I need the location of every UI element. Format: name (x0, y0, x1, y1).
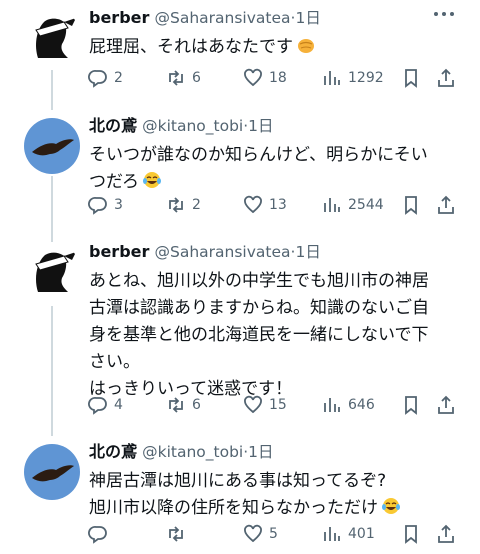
views-count: 2544 (348, 197, 384, 213)
share-button[interactable] (436, 522, 456, 546)
reply-icon (88, 70, 107, 88)
tweet-text: そいつが誰なのか知らんけど、明らかにそい つだろ (89, 145, 428, 192)
analytics-icon (324, 71, 340, 85)
bookmark-icon (405, 525, 417, 544)
share-button[interactable] (436, 193, 456, 217)
timestamp[interactable]: 1日 (295, 9, 320, 27)
share-button[interactable] (436, 66, 456, 90)
reply-icon (88, 197, 107, 215)
bookmark-button[interactable] (401, 193, 421, 217)
views-count: 1292 (348, 70, 384, 86)
avatar[interactable] (24, 242, 80, 298)
username[interactable]: @Saharansivatea (154, 9, 290, 27)
bookmark-icon (405, 396, 417, 415)
analytics-icon (324, 398, 340, 412)
tears-of-joy-emoji-icon (142, 172, 161, 188)
views-button[interactable]: 1292 (322, 66, 384, 90)
punch-emoji-icon (298, 39, 314, 53)
share-icon (438, 395, 454, 414)
timestamp[interactable]: 1日 (248, 117, 273, 135)
tweet[interactable]: berber @Saharansivatea·1日 あとね、旭川以外の中学生でも… (0, 238, 480, 428)
reply-count: 4 (114, 397, 123, 413)
views-button[interactable]: 401 (322, 522, 375, 546)
display-name[interactable]: 北の鳶 (89, 116, 137, 135)
like-button[interactable]: 5 (243, 522, 278, 546)
share-button[interactable] (436, 393, 456, 417)
tweet[interactable]: 北の鳶 @kitano_tobi·1日 そいつが誰なのか知らんけど、明らかにそい… (0, 112, 480, 224)
reply-button[interactable]: 2 (88, 66, 123, 90)
bookmark-button[interactable] (401, 393, 421, 417)
views-count: 401 (348, 526, 375, 542)
username[interactable]: @kitano_tobi (142, 443, 243, 461)
views-button[interactable]: 2544 (322, 193, 384, 217)
bookmark-button[interactable] (401, 66, 421, 90)
reply-icon (88, 397, 107, 415)
avatar[interactable] (24, 118, 80, 174)
share-icon (438, 195, 454, 214)
analytics-icon (324, 198, 340, 212)
heart-icon (244, 195, 262, 214)
share-icon (438, 68, 454, 87)
like-button[interactable]: 18 (243, 66, 287, 90)
heart-icon (244, 68, 262, 87)
more-options-icon[interactable] (434, 12, 454, 18)
display-name[interactable]: berber (89, 8, 149, 27)
retweet-icon (169, 526, 183, 542)
username[interactable]: @Saharansivatea (154, 243, 290, 261)
tears-of-joy-emoji-icon (382, 498, 400, 514)
reply-icon (88, 526, 107, 544)
reply-count: 2 (114, 70, 123, 86)
reply-button[interactable] (88, 522, 114, 546)
retweet-icon (169, 70, 183, 86)
share-icon (438, 524, 454, 543)
bookmark-icon (405, 196, 417, 215)
views-button[interactable]: 646 (322, 393, 375, 417)
tweet-text: 神居古潭は旭川にある事は知ってるぞ? 旭川市以降の住所を知らなかっただけ (89, 468, 472, 522)
display-name[interactable]: 北の鳶 (89, 442, 137, 461)
tweet[interactable]: berber @Saharansivatea·1日 屁理屈、それはあなたです 2… (0, 4, 480, 96)
reply-button[interactable]: 4 (88, 393, 123, 417)
retweet-icon (169, 397, 183, 413)
like-count: 18 (269, 70, 287, 86)
tweet[interactable]: 北の鳶 @kitano_tobi·1日 神居古潭は旭川にある事は知ってるぞ? 旭… (0, 438, 480, 554)
heart-icon (244, 524, 262, 543)
bookmark-icon (405, 69, 417, 88)
like-count: 13 (269, 197, 287, 213)
retweet-button[interactable] (166, 522, 192, 546)
tweet-text: あとね、旭川以外の中学生でも旭川市の神居 古潭は認識ありますからね。知識のないご… (89, 271, 429, 399)
display-name[interactable]: berber (89, 242, 149, 261)
like-button[interactable]: 13 (243, 193, 287, 217)
retweet-button[interactable]: 6 (166, 393, 201, 417)
avatar[interactable] (24, 8, 80, 64)
analytics-icon (324, 527, 340, 541)
retweet-count: 6 (192, 70, 201, 86)
retweet-icon (169, 197, 183, 213)
like-count: 5 (269, 526, 278, 542)
retweet-button[interactable]: 6 (166, 66, 201, 90)
username[interactable]: @kitano_tobi (142, 117, 243, 135)
views-count: 646 (348, 397, 375, 413)
timestamp[interactable]: 1日 (248, 443, 273, 461)
tweet-text: 屁理屈、それはあなたです (89, 34, 472, 61)
retweet-button[interactable]: 2 (166, 193, 201, 217)
reply-button[interactable]: 3 (88, 193, 123, 217)
retweet-count: 2 (192, 197, 201, 213)
avatar[interactable] (24, 444, 80, 500)
like-button[interactable]: 15 (243, 393, 287, 417)
heart-icon (244, 395, 262, 414)
retweet-count: 6 (192, 397, 201, 413)
like-count: 15 (269, 397, 287, 413)
bookmark-button[interactable] (401, 522, 421, 546)
reply-count: 3 (114, 197, 123, 213)
timestamp[interactable]: 1日 (295, 243, 320, 261)
